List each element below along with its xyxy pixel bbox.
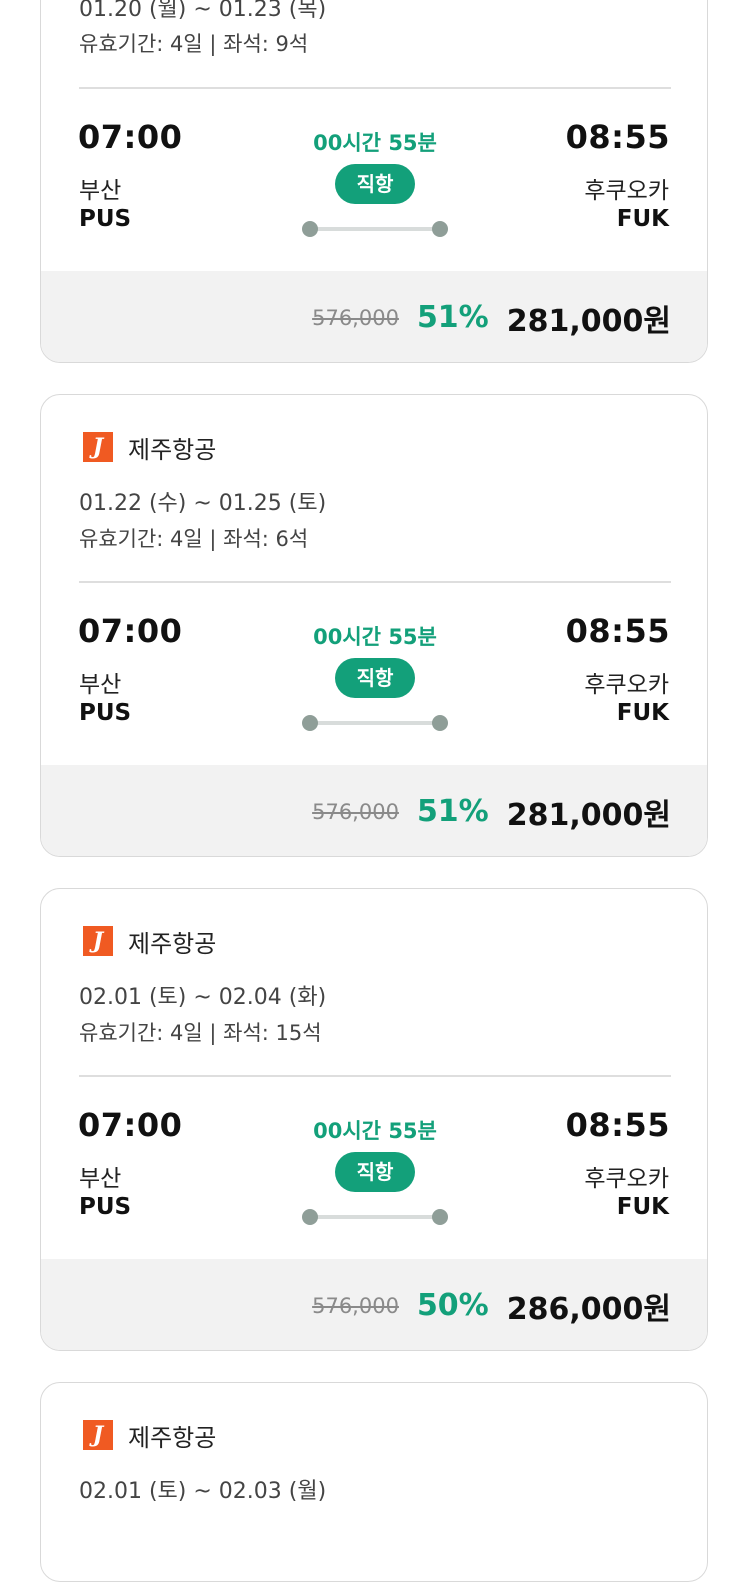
route-end-dot bbox=[432, 715, 448, 731]
arrival-city: 후쿠오카 bbox=[584, 672, 669, 698]
arrival-city: 후쿠오카 bbox=[584, 1166, 669, 1192]
airline-name: 제주항공 bbox=[128, 1423, 217, 1452]
divider bbox=[79, 581, 671, 583]
airline-row: J 제주항공 bbox=[83, 431, 217, 464]
original-price: 576,000 bbox=[312, 1293, 399, 1318]
discount-rate: 51% bbox=[416, 794, 489, 829]
travel-dates: 01.22 (수) ~ 01.25 (토) bbox=[79, 491, 327, 516]
departure-code: PUS bbox=[79, 206, 132, 232]
route-end-dot bbox=[432, 221, 448, 237]
departure-city: 부산 bbox=[79, 1166, 122, 1192]
flight-duration: 00시간 55분 bbox=[313, 131, 437, 155]
arrival-code: FUK bbox=[616, 1194, 669, 1220]
divider bbox=[79, 87, 671, 89]
route-start-dot bbox=[302, 1209, 318, 1225]
price-bar: 576,000 50% 286,000원 bbox=[41, 1259, 707, 1350]
departure-code: PUS bbox=[79, 700, 132, 726]
flight-duration: 00시간 55분 bbox=[313, 1119, 437, 1143]
discount-rate: 50% bbox=[416, 1288, 489, 1323]
original-price: 576,000 bbox=[312, 305, 399, 330]
final-price: 286,000원 bbox=[506, 1291, 671, 1327]
divider bbox=[79, 1075, 671, 1077]
flight-card-4[interactable]: J 제주항공 02.01 (토) ~ 02.03 (월) bbox=[40, 1382, 708, 1582]
original-price: 576,000 bbox=[312, 799, 399, 824]
airline-row: J 제주항공 bbox=[83, 925, 217, 958]
direct-flight-badge: 직항 bbox=[335, 164, 415, 204]
validity-seats: 유효기간: 4일 | 좌석: 6석 bbox=[79, 527, 309, 551]
route-end-dot bbox=[432, 1209, 448, 1225]
flight-card-2[interactable]: J 제주항공 01.22 (수) ~ 01.25 (토) 유효기간: 4일 | … bbox=[40, 394, 708, 857]
route-line bbox=[309, 1215, 441, 1219]
arrival-code: FUK bbox=[616, 206, 669, 232]
price-bar: 576,000 51% 281,000원 bbox=[41, 765, 707, 856]
departure-city: 부산 bbox=[79, 178, 122, 204]
departure-city: 부산 bbox=[79, 672, 122, 698]
direct-flight-badge: 직항 bbox=[335, 1152, 415, 1192]
travel-dates: 02.01 (토) ~ 02.03 (월) bbox=[79, 1479, 327, 1504]
flight-card-1[interactable]: 01.20 (월) ~ 01.23 (목) 유효기간: 4일 | 좌석: 9석 … bbox=[40, 0, 708, 363]
jeju-air-logo-icon: J bbox=[83, 926, 113, 956]
flight-duration: 00시간 55분 bbox=[313, 625, 437, 649]
travel-dates: 02.01 (토) ~ 02.04 (화) bbox=[79, 985, 327, 1010]
route-line bbox=[309, 227, 441, 231]
price-bar: 576,000 51% 281,000원 bbox=[41, 271, 707, 362]
jeju-air-logo-icon: J bbox=[83, 1420, 113, 1450]
final-price: 281,000원 bbox=[506, 303, 671, 339]
validity-seats: 유효기간: 4일 | 좌석: 9석 bbox=[79, 32, 309, 56]
route-start-dot bbox=[302, 715, 318, 731]
flight-card-3[interactable]: J 제주항공 02.01 (토) ~ 02.04 (화) 유효기간: 4일 | … bbox=[40, 888, 708, 1351]
airline-row: J 제주항공 bbox=[83, 1419, 217, 1452]
discount-rate: 51% bbox=[416, 300, 489, 335]
jeju-air-logo-icon: J bbox=[83, 432, 113, 462]
arrival-code: FUK bbox=[616, 700, 669, 726]
arrival-city: 후쿠오카 bbox=[584, 178, 669, 204]
departure-code: PUS bbox=[79, 1194, 132, 1220]
route-start-dot bbox=[302, 221, 318, 237]
travel-dates: 01.20 (월) ~ 01.23 (목) bbox=[79, 0, 327, 22]
airline-name: 제주항공 bbox=[128, 435, 217, 464]
validity-seats: 유효기간: 4일 | 좌석: 15석 bbox=[79, 1021, 322, 1045]
route-line bbox=[309, 721, 441, 725]
final-price: 281,000원 bbox=[506, 797, 671, 833]
direct-flight-badge: 직항 bbox=[335, 658, 415, 698]
airline-name: 제주항공 bbox=[128, 929, 217, 958]
